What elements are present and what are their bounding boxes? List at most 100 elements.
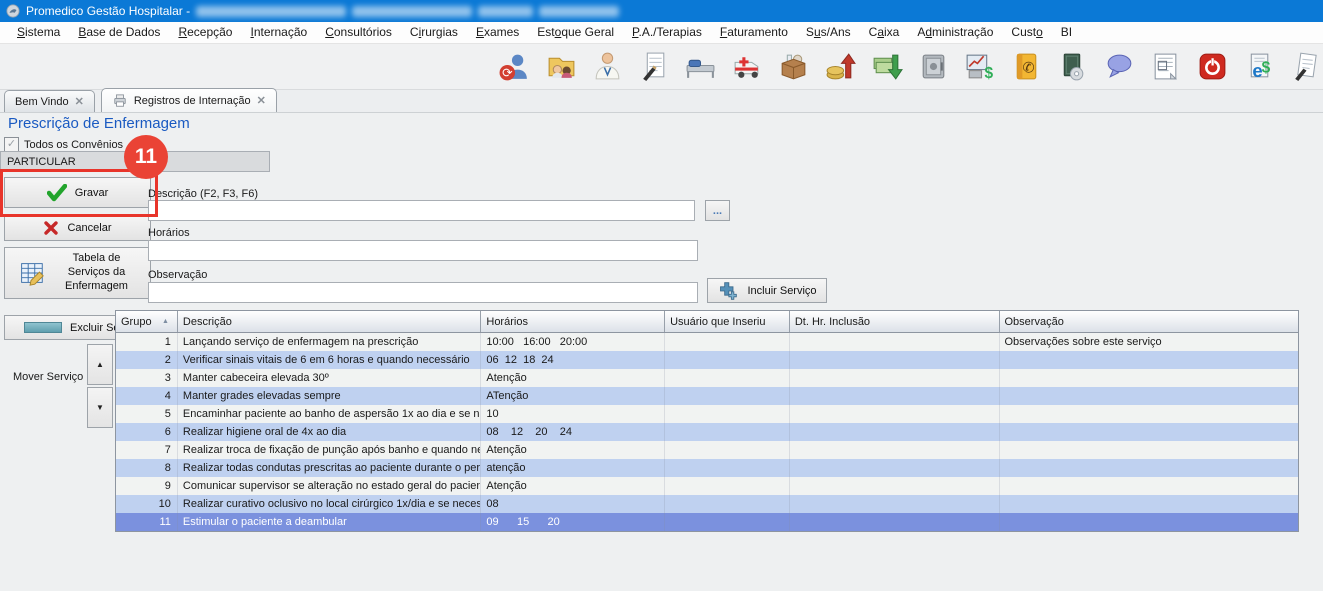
- menu-item[interactable]: Consultórios: [316, 22, 401, 43]
- x-icon: [43, 220, 59, 236]
- column-header-usuario[interactable]: Usuário que Inseriu: [665, 311, 790, 332]
- horarios-input[interactable]: [148, 240, 698, 261]
- column-header-observacao[interactable]: Observação: [1000, 311, 1298, 332]
- window-title: Promedico Gestão Hospitalar -: [26, 4, 190, 18]
- menu-item[interactable]: Exames: [467, 22, 528, 43]
- close-icon[interactable]: ✕: [257, 94, 266, 107]
- app-window: Promedico Gestão Hospitalar - SistemaBas…: [0, 0, 1323, 591]
- chat-bubble-icon[interactable]: [1102, 49, 1138, 85]
- table-cell: [665, 333, 790, 351]
- todos-convenios-checkbox[interactable]: ✓: [4, 137, 19, 152]
- tab-bem-vindo[interactable]: Bem Vindo ✕: [4, 90, 95, 112]
- menu-item[interactable]: Recepção: [169, 22, 241, 43]
- doctor-icon[interactable]: [590, 49, 626, 85]
- table-row[interactable]: 3Manter cabeceira elevada 30ºAtenção: [116, 369, 1298, 387]
- menu-item[interactable]: Administração: [908, 22, 1002, 43]
- svg-text:✆: ✆: [1022, 61, 1034, 77]
- mover-servico-label: Mover Serviço: [13, 371, 83, 383]
- patients-folder-icon[interactable]: [544, 49, 580, 85]
- services-table: Grupo ▲ Descrição Horários Usuário que I…: [115, 310, 1299, 532]
- stock-box-icon[interactable]: [776, 49, 812, 85]
- sync-user-icon[interactable]: ⟳: [497, 49, 533, 85]
- table-cell: Verificar sinais vitais de 6 em 6 horas …: [178, 351, 481, 369]
- tabela-servicos-label: Tabela de Serviços da Enfermagem: [54, 252, 140, 293]
- table-cell: 3: [116, 369, 178, 387]
- column-header-dt-hr[interactable]: Dt. Hr. Inclusão: [790, 311, 1000, 332]
- observacao-input[interactable]: [148, 282, 698, 303]
- gravar-button[interactable]: Gravar: [4, 177, 151, 208]
- contract-icon[interactable]: [637, 49, 673, 85]
- ellipsis-label: ...: [713, 205, 722, 217]
- menu-item[interactable]: Faturamento: [711, 22, 797, 43]
- finance-chart-icon[interactable]: $: [962, 49, 998, 85]
- redacted-title-text: [478, 6, 533, 17]
- table-row[interactable]: 10Realizar curativo oclusivo no local ci…: [116, 495, 1298, 513]
- table-row[interactable]: 2Verificar sinais vitais de 6 em 6 horas…: [116, 351, 1298, 369]
- table-cell: [665, 351, 790, 369]
- service-swatch-icon: [24, 322, 62, 333]
- phonebook-icon[interactable]: ✆: [1009, 49, 1045, 85]
- table-cell: [790, 423, 1000, 441]
- table-cell: [1000, 423, 1298, 441]
- table-row[interactable]: 7Realizar troca de fixação de punção apó…: [116, 441, 1298, 459]
- table-row[interactable]: 5Encaminhar paciente ao banho de aspersã…: [116, 405, 1298, 423]
- toolbar: ⟳: [0, 44, 1323, 90]
- table-cell: Comunicar supervisor se alteração no est…: [178, 477, 481, 495]
- money-up-icon[interactable]: [823, 49, 859, 85]
- descricao-combobox[interactable]: [148, 200, 695, 221]
- table-cell: [790, 513, 1000, 531]
- table-cell: [790, 459, 1000, 477]
- incluir-servico-button[interactable]: Incluir Serviço: [707, 278, 827, 303]
- e-invoice-icon[interactable]: e $: [1241, 49, 1277, 85]
- tabela-servicos-button[interactable]: Tabela de Serviços da Enfermagem: [4, 247, 151, 299]
- menu-item[interactable]: Caixa: [860, 22, 909, 43]
- menu-item[interactable]: P.A./Terapias: [623, 22, 711, 43]
- column-header-descricao[interactable]: Descrição: [178, 311, 481, 332]
- cancelar-button[interactable]: Cancelar: [4, 214, 151, 241]
- menu-item[interactable]: Sus/Ans: [797, 22, 860, 43]
- tab-registros-de-internacao[interactable]: Registros de Internação ✕: [101, 88, 277, 112]
- mover-down-button[interactable]: ▼: [87, 387, 113, 428]
- column-header-grupo[interactable]: Grupo ▲: [116, 311, 178, 332]
- table-row[interactable]: 4Manter grades elevadas sempreATenção: [116, 387, 1298, 405]
- invoice-icon[interactable]: [1148, 49, 1184, 85]
- mover-up-button[interactable]: ▲: [87, 344, 113, 385]
- column-header-horarios[interactable]: Horários: [481, 311, 665, 332]
- table-row[interactable]: 6Realizar higiene oral de 4x ao dia08 12…: [116, 423, 1298, 441]
- sign-document-icon[interactable]: [1288, 49, 1323, 85]
- table-cell: Estimular o paciente a deambular: [178, 513, 481, 531]
- menu-item[interactable]: Custo: [1002, 22, 1051, 43]
- table-cell: [665, 495, 790, 513]
- table-cell: 2: [116, 351, 178, 369]
- table-row[interactable]: 9Comunicar supervisor se alteração no es…: [116, 477, 1298, 495]
- table-cell: 09 15 20: [481, 513, 665, 531]
- descricao-input[interactable]: [153, 205, 682, 217]
- descricao-browse-button[interactable]: ...: [705, 200, 730, 221]
- power-icon[interactable]: [1195, 49, 1231, 85]
- menu-item[interactable]: Cirurgias: [401, 22, 467, 43]
- gravar-label: Gravar: [75, 187, 109, 199]
- incluir-servico-label: Incluir Serviço: [747, 285, 816, 297]
- close-icon[interactable]: ✕: [75, 95, 84, 108]
- menu-item[interactable]: Sistema: [8, 22, 69, 43]
- book-cd-icon[interactable]: [1055, 49, 1091, 85]
- table-cell: Observações sobre este serviço: [1000, 333, 1298, 351]
- table-cell: atenção: [481, 459, 665, 477]
- ambulance-icon[interactable]: [730, 49, 766, 85]
- safe-icon[interactable]: [916, 49, 952, 85]
- menu-item[interactable]: Base de Dados: [69, 22, 169, 43]
- sort-asc-icon: ▲: [162, 312, 171, 332]
- menu-item[interactable]: Internação: [241, 22, 316, 43]
- table-row[interactable]: 1Lançando serviço de enfermagem na presc…: [116, 333, 1298, 351]
- table-row[interactable]: 11Estimular o paciente a deambular09 15 …: [116, 513, 1298, 531]
- menu-item[interactable]: BI: [1052, 22, 1081, 43]
- cancelar-label: Cancelar: [67, 222, 111, 234]
- convenio-value: PARTICULAR: [7, 156, 76, 168]
- hospital-bed-icon[interactable]: [683, 49, 719, 85]
- table-cell: [1000, 405, 1298, 423]
- money-down-icon[interactable]: [869, 49, 905, 85]
- table-cell: [790, 387, 1000, 405]
- menu-item[interactable]: Estoque Geral: [528, 22, 623, 43]
- todos-convenios-row: ✓ Todos os Convênios: [4, 137, 123, 152]
- table-row[interactable]: 8Realizar todas condutas prescritas ao p…: [116, 459, 1298, 477]
